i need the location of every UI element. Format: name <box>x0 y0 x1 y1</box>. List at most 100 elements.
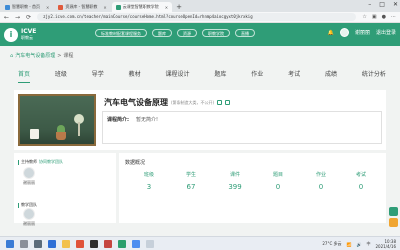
lamp-stand-shape <box>78 122 80 136</box>
header-button-resources[interactable]: 资源 <box>177 29 197 37</box>
address-bar: ← → ⟳ zjy2.icve.com.cn/teacher/mainCours… <box>0 12 400 23</box>
language-indicator[interactable]: 中 <box>366 241 370 247</box>
search-icon[interactable] <box>20 239 28 248</box>
stat-students[interactable]: 学生 67 <box>171 171 211 191</box>
stat-courseware[interactable]: 课件 399 <box>215 171 255 191</box>
site-logo[interactable]: i ICVE 职教云 <box>4 27 36 42</box>
stat-homework[interactable]: 作业 0 <box>301 171 341 191</box>
maximize-button[interactable]: □ <box>379 1 385 8</box>
logo-subtitle: 职教云 <box>21 34 33 40</box>
avatar <box>23 208 35 220</box>
teacher-panel: 主持教师 协同教学团队 谢丽丽 教学团队 谢丽丽 <box>14 153 116 226</box>
tab-statistics[interactable]: 统计分析 <box>362 70 386 84</box>
stat-label: 课件 <box>229 172 240 178</box>
browser-tab-title: 云课堂智慧职教学院 <box>122 4 159 9</box>
file-explorer-icon[interactable] <box>62 239 70 248</box>
main-teacher[interactable]: 谢丽丽 <box>18 167 40 186</box>
forward-button[interactable]: → <box>15 14 20 21</box>
new-tab-button[interactable]: + <box>176 2 182 12</box>
breadcrumb-separator: > <box>57 52 62 59</box>
close-tab-icon[interactable]: ✕ <box>165 5 168 10</box>
floating-feedback-icon[interactable] <box>389 218 398 227</box>
close-tab-icon[interactable]: ✕ <box>46 5 49 10</box>
refresh-button[interactable]: ⟳ <box>26 14 31 21</box>
tab-homework[interactable]: 作业 <box>251 70 263 84</box>
course-cover-image[interactable] <box>18 94 96 146</box>
close-window-button[interactable]: ✕ <box>393 1 398 8</box>
stat-class[interactable]: 班级 3 <box>129 171 169 191</box>
browser-tab[interactable]: 资源库 - 智慧职教 ✕ <box>54 2 110 12</box>
start-menu-icon[interactable] <box>6 239 14 248</box>
edge-browser-icon[interactable] <box>48 239 56 248</box>
url-input[interactable]: zjy2.icve.com.cn/teacher/mainCourse/cour… <box>37 13 357 21</box>
stat-label: 班级 <box>143 172 154 178</box>
collections-icon[interactable]: ▣ <box>372 14 377 20</box>
tab-course-design[interactable]: 课程设计 <box>166 70 190 84</box>
task-view-icon[interactable] <box>34 239 42 248</box>
floating-help-icon[interactable] <box>389 207 398 216</box>
browser-tab-active[interactable]: 云课堂智慧职教学院 ✕ <box>111 2 173 12</box>
favicon-icon <box>5 4 10 10</box>
browser-tab[interactable]: 智慧职教 - 首页 ✕ <box>1 2 53 12</box>
favicon-icon <box>115 4 121 10</box>
app-icon[interactable] <box>104 239 112 248</box>
main-teacher-label: 主持教师 <box>21 159 37 164</box>
tab-exam[interactable]: 考试 <box>288 70 300 84</box>
app-icon[interactable] <box>76 239 84 248</box>
header-button-question-bank[interactable]: 题库 <box>152 29 172 37</box>
tab-grades[interactable]: 成绩 <box>325 70 337 84</box>
weather-text[interactable]: 27°C 多云 <box>322 241 341 247</box>
star-icon[interactable]: ☆ <box>362 14 366 20</box>
volume-icon[interactable]: 🔊 <box>357 242 362 247</box>
team-teaching-link[interactable]: 协同教学团队 <box>39 159 63 164</box>
tab-class[interactable]: 班级 <box>55 70 67 84</box>
tab-question-bank[interactable]: 题库 <box>214 70 226 84</box>
stat-label: 题目 <box>272 172 283 178</box>
tab-textbook[interactable]: 教材 <box>129 70 141 84</box>
cup-shape <box>30 129 39 139</box>
system-tray: 27°C 多云 📶 🔊 中 10:38 2021/4/16 <box>322 239 396 249</box>
site-header: i ICVE 职教云 标准教材配套课程服务 题库 资源 职教学院 直播 🔔 谢丽… <box>0 23 400 46</box>
header-button-textbook[interactable]: 标准教材配套课程服务 <box>95 29 147 37</box>
network-icon[interactable]: 📶 <box>347 242 352 247</box>
tab-home[interactable]: 首页 <box>18 70 31 84</box>
stat-value: 67 <box>186 183 196 191</box>
app-icon[interactable] <box>90 239 98 248</box>
taskbar: 27°C 多云 📶 🔊 中 10:38 2021/4/16 <box>0 236 400 250</box>
close-tab-icon[interactable]: ✕ <box>103 5 106 10</box>
course-title-row: 汽车电气设备原理 (第条制造大类，不公开) <box>104 97 231 108</box>
browser-toolbar-icons: ☆ ▣ ● ⋯ <box>362 14 396 20</box>
minimize-button[interactable]: – <box>368 1 371 8</box>
back-button[interactable]: ← <box>4 14 9 21</box>
window-controls: – □ ✕ <box>368 1 398 8</box>
copy-icon[interactable] <box>225 100 231 105</box>
course-intro-value: 暂无简介! <box>136 117 159 123</box>
bell-icon[interactable]: 🔔 <box>328 30 334 36</box>
stat-value: 3 <box>146 183 152 191</box>
app-icon[interactable] <box>146 239 154 248</box>
more-icon[interactable]: ⋯ <box>391 14 396 20</box>
app-icon[interactable] <box>132 239 140 248</box>
tab-guide[interactable]: 导学 <box>92 70 104 84</box>
profile-icon[interactable]: ● <box>382 14 386 20</box>
clock[interactable]: 10:38 2021/4/16 <box>375 239 396 249</box>
logout-link[interactable]: 退出登录 <box>376 29 396 36</box>
home-icon[interactable]: ⌂ <box>10 53 13 59</box>
stat-exams[interactable]: 考试 0 <box>341 171 381 191</box>
stat-value: 0 <box>275 183 281 191</box>
team-teacher[interactable]: 谢丽丽 <box>18 208 40 227</box>
user-name[interactable]: 谢丽丽 <box>355 29 370 36</box>
main-teacher-heading: 主持教师 协同教学团队 <box>18 159 63 165</box>
header-button-academy[interactable]: 职教学院 <box>202 29 230 37</box>
course-intro-label: 课程简介: <box>107 117 129 123</box>
app-icon[interactable] <box>118 239 126 248</box>
breadcrumb: ⌂ 汽车电气设备原理 > 课程 <box>10 52 73 60</box>
favicon-icon <box>58 4 64 10</box>
clock-date: 2021/4/16 <box>375 244 396 249</box>
edit-icon[interactable] <box>217 100 223 105</box>
course-nav-tabs: 首页 班级 导学 教材 课程设计 题库 作业 考试 成绩 统计分析 <box>0 70 400 84</box>
breadcrumb-course-link[interactable]: 汽车电气设备原理 <box>15 52 55 59</box>
user-avatar[interactable] <box>339 28 349 37</box>
header-button-live[interactable]: 直播 <box>235 29 255 37</box>
stat-questions[interactable]: 题目 0 <box>258 171 298 191</box>
